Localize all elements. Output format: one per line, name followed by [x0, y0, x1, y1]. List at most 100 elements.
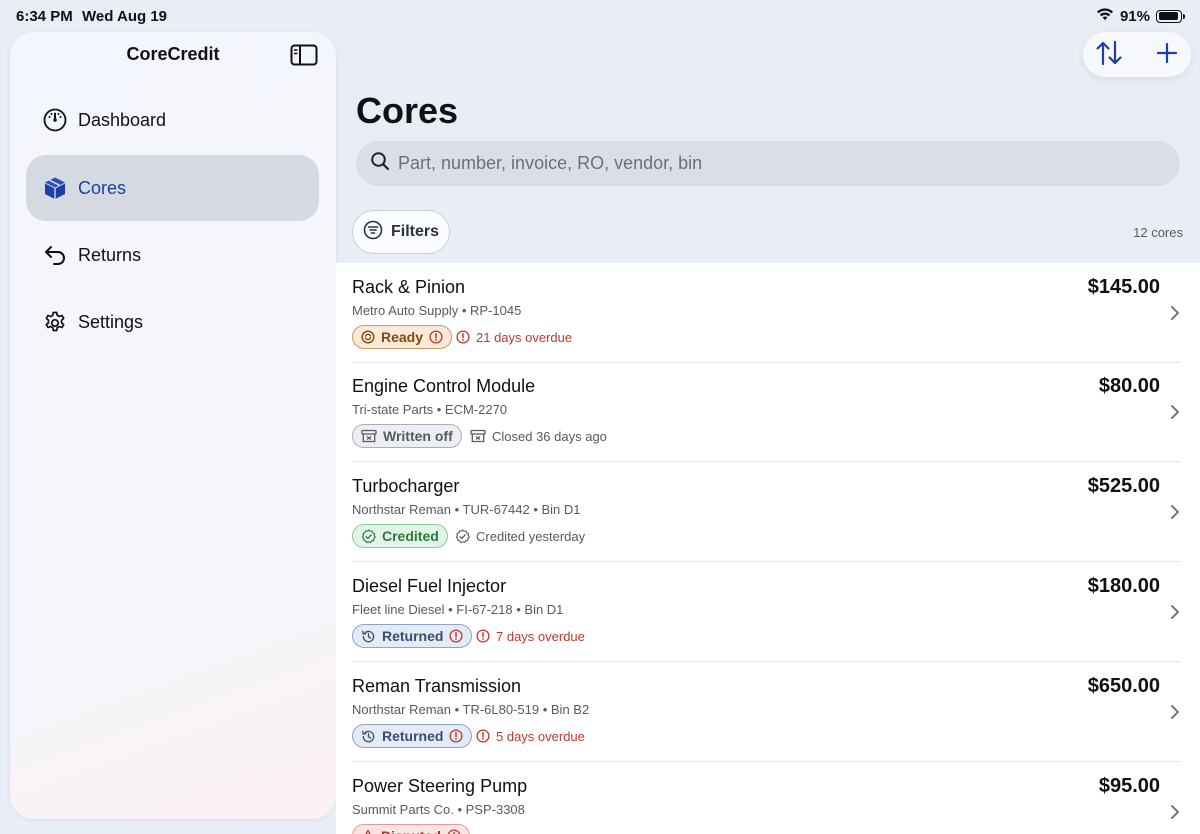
core-meta: 7 days overdue: [476, 624, 585, 648]
credited-icon: [455, 528, 470, 544]
disputed-status-icon: [361, 829, 375, 834]
returned-status-icon: [361, 629, 376, 644]
sidebar-item-settings[interactable]: Settings: [26, 289, 319, 355]
wifi-icon: [1096, 7, 1114, 25]
core-price: $650.00: [1087, 675, 1160, 697]
return-arrow-icon: [42, 242, 68, 268]
core-meta-text: 21 days overdue: [476, 329, 573, 345]
sidebar-item-label: Settings: [78, 311, 144, 332]
search-input[interactable]: [398, 153, 1158, 174]
core-meta-text: 5 days overdue: [496, 728, 585, 744]
gear-icon: [42, 309, 68, 335]
status-bar: 6:34 PM Wed Aug 19 91%: [0, 0, 1200, 32]
core-meta-text: 7 days overdue: [496, 628, 585, 644]
core-subtitle: Summit Parts Co. • PSP-3308: [352, 802, 525, 817]
core-name: Engine Control Module: [352, 376, 536, 396]
status-badge: Credited: [352, 524, 448, 548]
sidebar-toggle-icon[interactable]: [290, 44, 318, 66]
status-indicators: 91%: [1096, 7, 1185, 25]
core-meta-text: Closed 36 days ago: [492, 428, 607, 444]
sort-button[interactable]: [1094, 40, 1124, 70]
toolbar-actions: [1083, 32, 1191, 77]
page-title: Cores: [356, 90, 459, 131]
core-meta: 5 days overdue: [476, 724, 585, 748]
status-label: Ready: [381, 329, 424, 345]
alert-icon: [449, 629, 464, 643]
core-row[interactable]: Diesel Fuel Injector Fleet line Diesel • …: [352, 562, 1180, 662]
sidebar-item-label: Dashboard: [78, 109, 167, 130]
cube-icon: [42, 175, 68, 201]
core-name: Power Steering Pump: [352, 776, 528, 796]
status-badge: Returned: [352, 724, 473, 748]
sort-icon: [1095, 40, 1123, 71]
sidebar-item-label: Cores: [78, 177, 127, 198]
cores-list: Rack & Pinion Metro Auto Supply • RP-1045…: [336, 263, 1200, 834]
status-label: Credited: [382, 528, 439, 544]
add-core-button[interactable]: [1152, 40, 1182, 70]
battery-fill: [1158, 12, 1178, 20]
core-row[interactable]: Power Steering Pump Summit Parts Co. • PS…: [352, 762, 1180, 834]
alert-icon: [447, 829, 461, 834]
core-subtitle: Northstar Reman • TUR-67442 • Bin D1: [352, 502, 581, 517]
core-subtitle: Fleet line Diesel • FI-67-218 • Bin D1: [352, 602, 564, 617]
chevron-right-icon: [1170, 704, 1180, 720]
alert-icon: [429, 330, 443, 344]
core-meta-text: Credited yesterday: [476, 528, 586, 544]
sidebar: CoreCredit Dashboard Cores Returns Setti…: [10, 32, 336, 819]
core-name: Diesel Fuel Injector: [352, 576, 507, 596]
chevron-right-icon: [1170, 804, 1180, 820]
alert-icon: [449, 729, 464, 743]
status-badge: Returned: [352, 624, 473, 648]
status-time: 6:34 PM: [16, 8, 73, 25]
app-title: CoreCredit: [126, 44, 220, 64]
writtenoff-status-icon: [361, 429, 377, 443]
sidebar-item-dashboard[interactable]: Dashboard: [26, 87, 319, 153]
status-badge: Ready: [352, 325, 453, 349]
battery-icon: [1156, 9, 1185, 23]
core-subtitle: Northstar Reman • TR-6L80-519 • Bin B2: [352, 702, 590, 717]
battery-percent: 91%: [1119, 7, 1150, 25]
cores-count: 12 cores: [1133, 225, 1183, 240]
filters-button[interactable]: Filters: [352, 210, 450, 254]
sidebar-item-label: Returns: [78, 244, 142, 265]
core-row[interactable]: Engine Control Module Tri-state Parts • E…: [352, 362, 1180, 462]
core-meta: Closed 36 days ago: [470, 424, 607, 448]
sidebar-item-returns[interactable]: Returns: [26, 222, 319, 288]
search-icon: [370, 151, 390, 176]
core-price: $180.00: [1087, 575, 1160, 597]
core-name: Rack & Pinion: [352, 277, 466, 297]
chevron-right-icon: [1170, 604, 1180, 620]
ready-status-icon: [361, 330, 375, 344]
core-price: $525.00: [1087, 475, 1160, 497]
core-meta: 21 days overdue: [456, 325, 572, 349]
core-subtitle: Tri-state Parts • ECM-2270: [352, 402, 508, 417]
status-date: Wed Aug 19: [82, 8, 168, 25]
overdue-icon: [456, 330, 470, 344]
status-label: Written off: [383, 428, 453, 444]
filter-icon: [363, 220, 383, 245]
core-row[interactable]: Turbocharger Northstar Reman • TUR-67442 …: [352, 462, 1180, 562]
search-field[interactable]: [356, 141, 1180, 186]
core-price: $95.00: [1098, 775, 1160, 797]
returned-status-icon: [361, 729, 376, 744]
core-row[interactable]: Reman Transmission Northstar Reman • TR-6…: [352, 662, 1180, 762]
core-row[interactable]: Rack & Pinion Metro Auto Supply • RP-1045…: [352, 263, 1180, 363]
plus-icon: [1156, 42, 1178, 69]
status-label: Returned: [382, 628, 444, 644]
overdue-icon: [476, 729, 490, 743]
filters-label: Filters: [390, 223, 439, 240]
status-label: Returned: [382, 728, 444, 744]
core-name: Reman Transmission: [352, 676, 522, 696]
core-meta: Credited yesterday: [455, 524, 585, 548]
sidebar-item-cores[interactable]: Cores: [26, 155, 319, 221]
overdue-icon: [476, 629, 490, 643]
core-name: Turbocharger: [352, 476, 460, 496]
gauge-icon: [42, 107, 68, 133]
chevron-right-icon: [1170, 305, 1180, 321]
chevron-right-icon: [1170, 404, 1180, 420]
core-price: $145.00: [1087, 276, 1160, 298]
core-price: $80.00: [1098, 375, 1160, 397]
credited-status-icon: [361, 528, 376, 544]
status-badge: Written off: [352, 424, 462, 448]
status-badge: Disputed: [352, 824, 470, 834]
